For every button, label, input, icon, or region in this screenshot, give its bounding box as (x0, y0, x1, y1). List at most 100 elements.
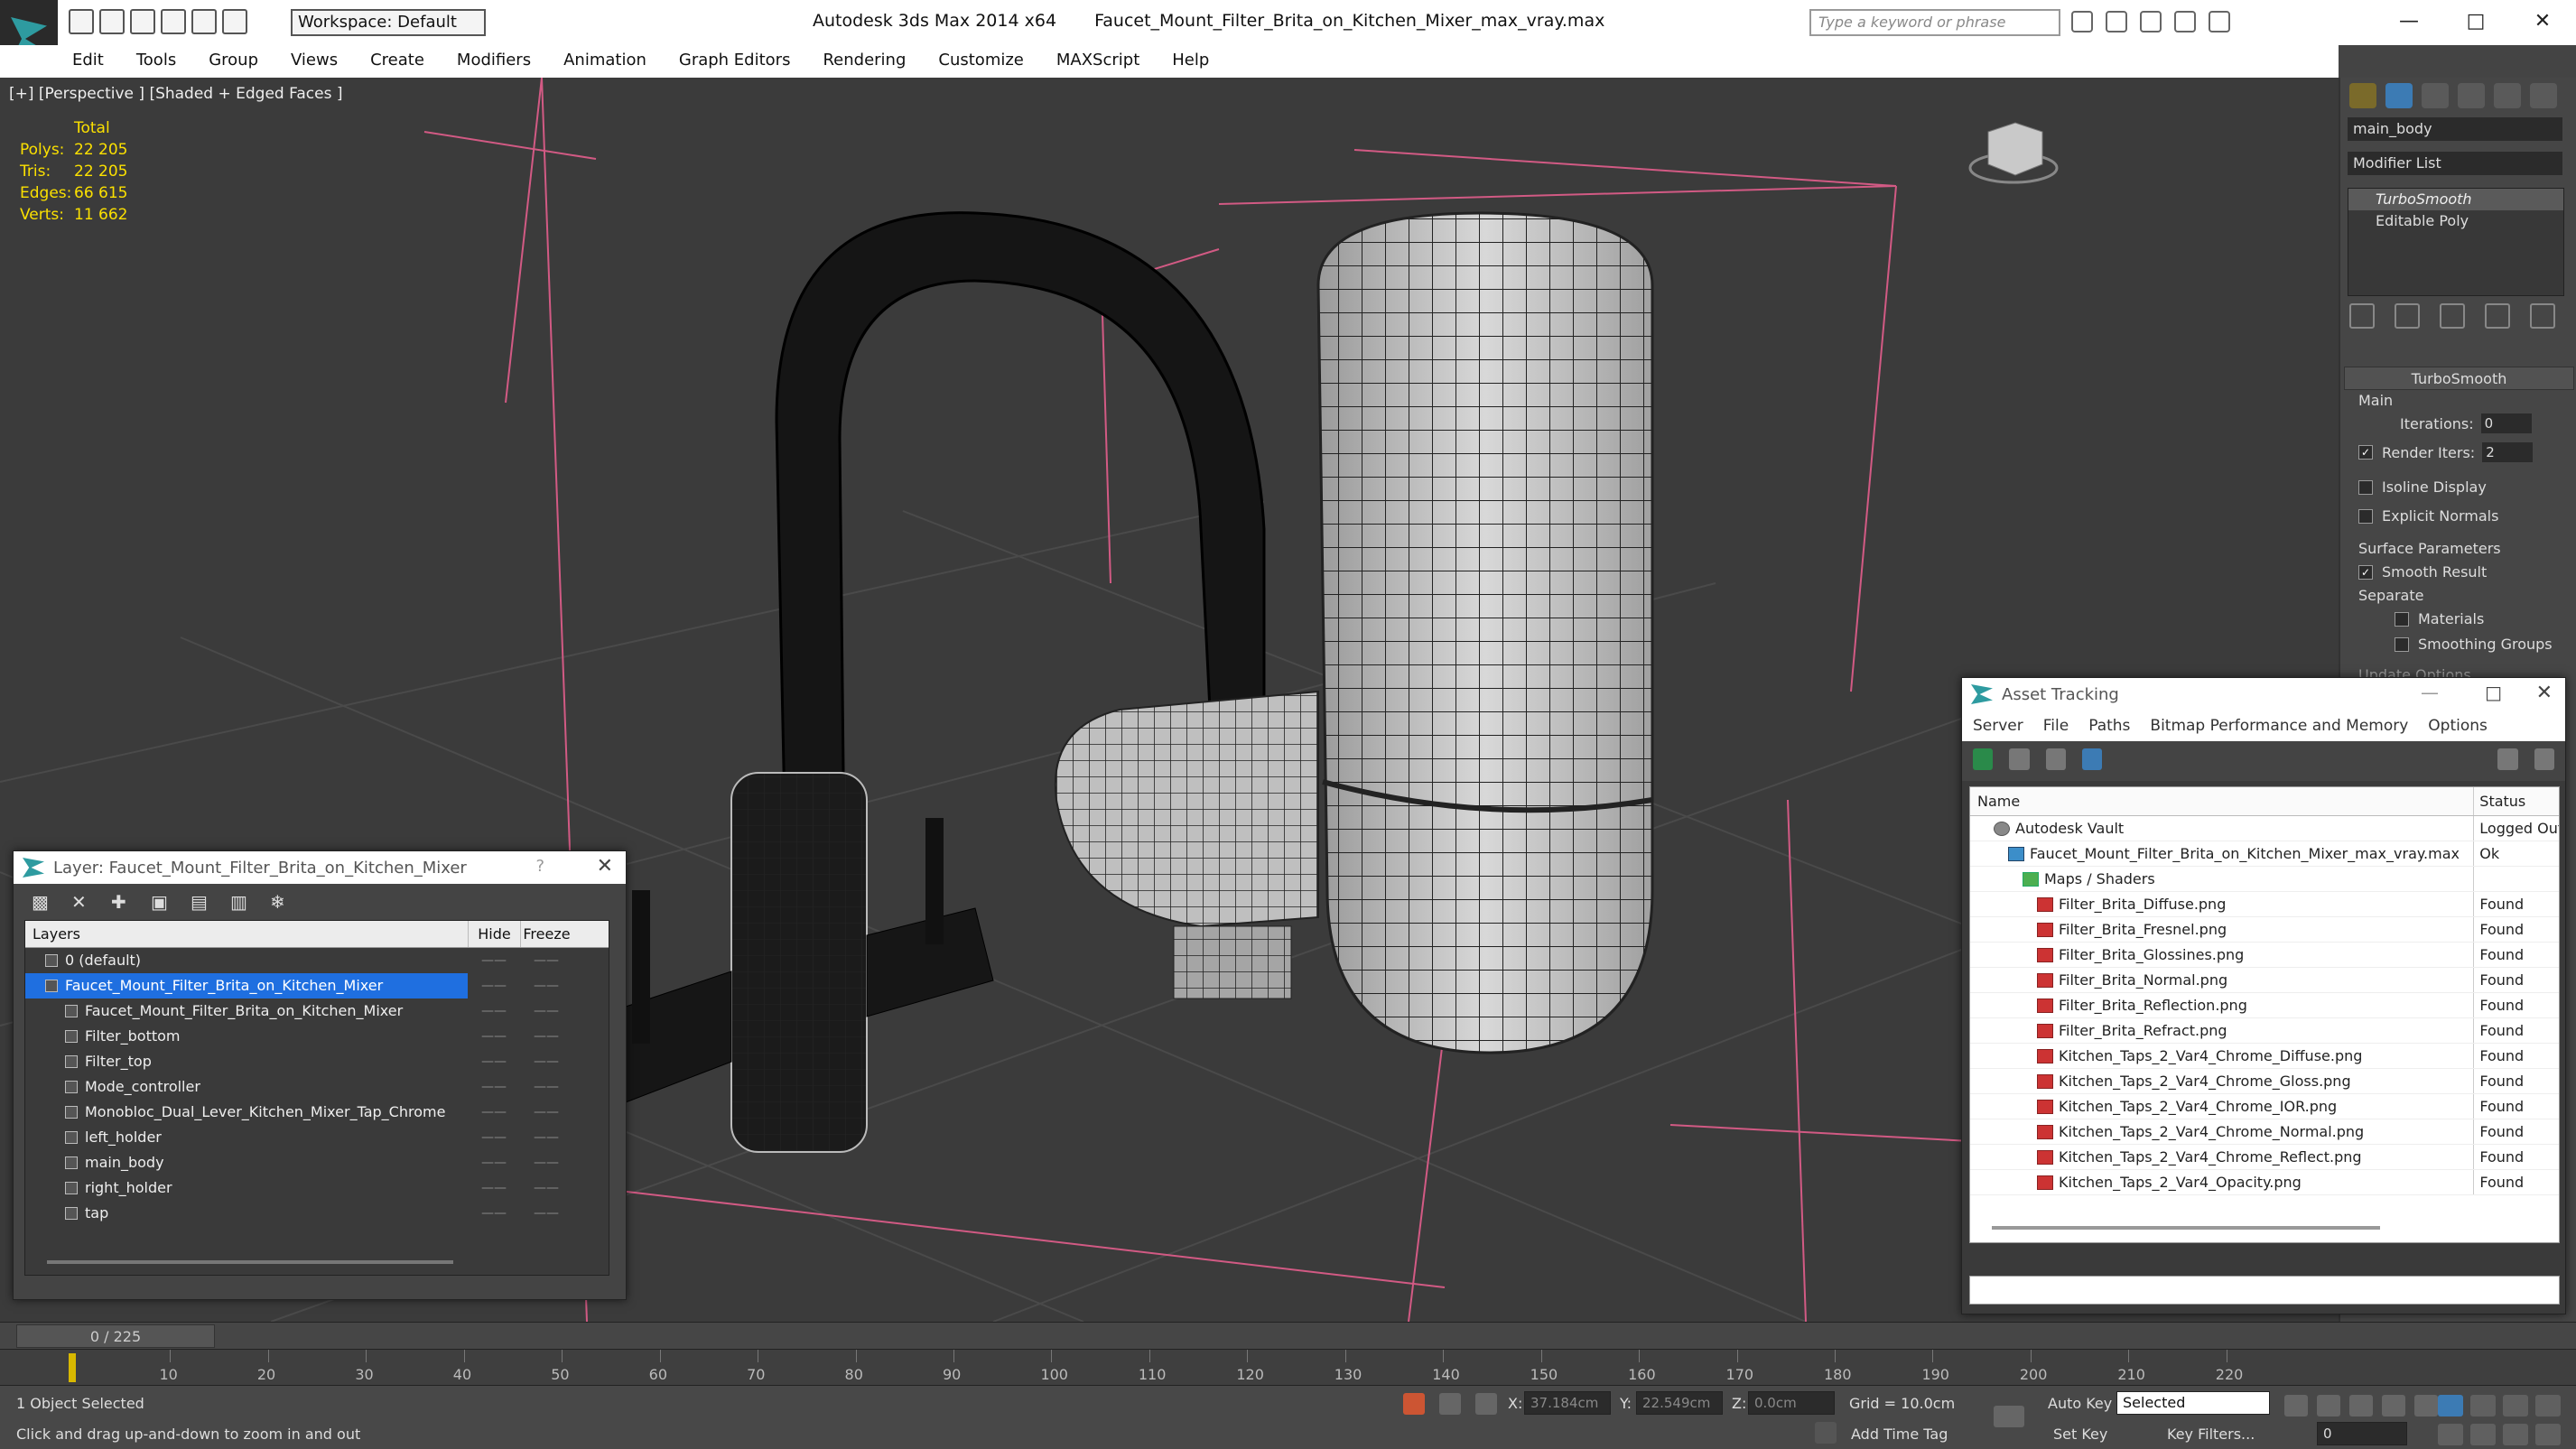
create-tab-icon[interactable] (2349, 83, 2376, 108)
key-icon[interactable] (1994, 1406, 2024, 1427)
asset-row[interactable]: Filter_Brita_Fresnel.png Found (1970, 917, 2559, 943)
workspace-dropdown[interactable]: Workspace: Default (291, 9, 486, 36)
goto-end-icon[interactable] (2414, 1395, 2438, 1416)
layer-row[interactable]: Faucet_Mount_Filter_Brita_on_Kitchen_Mix… (25, 973, 609, 999)
zoom-extents-icon[interactable] (2503, 1395, 2528, 1416)
zoom-icon[interactable] (2438, 1395, 2463, 1416)
explicit-normals-checkbox[interactable] (2358, 508, 2373, 524)
settings-icon[interactable] (2534, 748, 2554, 770)
minimize-icon[interactable]: — (2421, 682, 2439, 703)
frame-indicator[interactable]: 0 / 225 (16, 1324, 215, 1348)
search-input[interactable]: Type a keyword or phrase (1809, 9, 2060, 36)
at-menu-paths[interactable]: Paths (2088, 717, 2130, 735)
smooth-result-checkbox[interactable]: ✓ (2358, 564, 2373, 580)
freeze-toggle[interactable]: —— (520, 948, 572, 973)
layer-name-cell[interactable]: main_body (25, 1150, 468, 1175)
layer-name-cell[interactable]: Filter_bottom (25, 1024, 468, 1049)
col-name[interactable]: Name (1970, 787, 2475, 815)
help-icon[interactable] (2497, 748, 2518, 770)
key-mode-dropdown[interactable]: Selected (2116, 1391, 2270, 1415)
asset-row[interactable]: Kitchen_Taps_2_Var4_Opacity.png Found (1970, 1170, 2559, 1195)
asset-row[interactable]: Kitchen_Taps_2_Var4_Chrome_IOR.png Found (1970, 1094, 2559, 1119)
freeze-toggle[interactable]: —— (520, 1074, 572, 1100)
layer-row[interactable]: left_holder —— —— (25, 1125, 609, 1150)
asset-name-cell[interactable]: Kitchen_Taps_2_Var4_Opacity.png (1970, 1170, 2475, 1194)
key-filters-button[interactable]: Key Filters... (2167, 1426, 2255, 1443)
utilities-tab-icon[interactable] (2530, 83, 2557, 108)
asset-name-cell[interactable]: Filter_Brita_Refract.png (1970, 1018, 2475, 1043)
add-to-layer-icon[interactable]: ✚ (111, 891, 131, 913)
object-name-field[interactable]: main_body (2348, 117, 2562, 141)
layer-name-cell[interactable]: 0 (default) (25, 948, 468, 973)
lock-icon[interactable] (1439, 1393, 1461, 1415)
time-tag-icon[interactable] (1815, 1422, 1837, 1444)
layer-name-cell[interactable]: tap (25, 1201, 468, 1226)
asset-name-cell[interactable]: Kitchen_Taps_2_Var4_Chrome_Normal.png (1970, 1119, 2475, 1144)
set-key-button[interactable]: Set Key (2053, 1426, 2107, 1443)
iterations-spinner[interactable]: 0 (2480, 413, 2532, 433)
freeze-all-layers-icon[interactable]: ❄ (270, 891, 290, 913)
asset-row[interactable]: Kitchen_Taps_2_Var4_Chrome_Gloss.png Foun… (1970, 1069, 2559, 1094)
auto-key-button[interactable]: Auto Key (2048, 1395, 2112, 1412)
viewcube-icon[interactable] (1968, 122, 2059, 184)
menu-maxscript[interactable]: MAXScript (1056, 51, 1139, 70)
hide-toggle[interactable]: —— (468, 1125, 520, 1150)
zoom-all-icon[interactable] (2470, 1395, 2496, 1416)
motion-tab-icon[interactable] (2458, 83, 2485, 108)
asset-row[interactable]: Maps / Shaders (1970, 867, 2559, 892)
make-unique-icon[interactable] (2440, 303, 2465, 329)
binoculars-icon[interactable] (2071, 11, 2093, 33)
asset-row[interactable]: Filter_Brita_Reflection.png Found (1970, 993, 2559, 1018)
freeze-toggle[interactable]: —— (520, 1125, 572, 1150)
pan-icon[interactable] (2470, 1424, 2496, 1445)
layer-name-cell[interactable]: right_holder (25, 1175, 468, 1201)
layer-row[interactable]: Filter_top —— —— (25, 1049, 609, 1074)
new-file-icon[interactable] (69, 9, 94, 34)
hide-toggle[interactable]: —— (468, 1175, 520, 1201)
stack-item-turbosmooth[interactable]: TurboSmooth (2348, 189, 2563, 210)
hide-toggle[interactable]: —— (468, 1024, 520, 1049)
add-time-tag-button[interactable]: Add Time Tag (1851, 1426, 1948, 1443)
maximize-viewport-icon[interactable] (2535, 1424, 2561, 1445)
details-view-icon[interactable] (2045, 748, 2066, 770)
project-folder-icon[interactable] (222, 9, 247, 34)
layer-name-cell[interactable]: Faucet_Mount_Filter_Brita_on_Kitchen_Mix… (25, 973, 468, 999)
display-tab-icon[interactable] (2494, 83, 2521, 108)
table-view-icon[interactable] (2081, 748, 2103, 770)
freeze-toggle[interactable]: —— (520, 999, 572, 1024)
freeze-toggle[interactable]: —— (520, 1201, 572, 1226)
asset-name-cell[interactable]: Autodesk Vault (1970, 816, 2475, 841)
hide-all-layers-icon[interactable]: ▥ (230, 891, 250, 913)
hide-toggle[interactable]: —— (468, 1201, 520, 1226)
hide-toggle[interactable]: —— (468, 1049, 520, 1074)
maximize-icon[interactable]: □ (2442, 0, 2509, 42)
at-menu-file[interactable]: File (2043, 717, 2069, 735)
hide-toggle[interactable]: —— (468, 1150, 520, 1175)
layer-scrollbar[interactable] (47, 1260, 453, 1264)
freeze-toggle[interactable]: —— (520, 973, 572, 999)
timeline-ruler[interactable]: 10 20 30 40 50 60 70 80 90 100 110 120 130 140 150 160 1… (0, 1349, 2576, 1385)
asset-row[interactable]: Kitchen_Taps_2_Var4_Chrome_Diffuse.png Fo… (1970, 1044, 2559, 1069)
col-layers[interactable]: Layers (25, 921, 468, 947)
asset-name-cell[interactable]: Kitchen_Taps_2_Var4_Chrome_Reflect.png (1970, 1145, 2475, 1169)
redo-icon[interactable] (191, 9, 217, 34)
refresh-icon[interactable] (1973, 748, 1994, 770)
menu-rendering[interactable]: Rendering (823, 51, 906, 70)
hierarchy-tab-icon[interactable] (2422, 83, 2449, 108)
layer-name-cell[interactable]: Faucet_Mount_Filter_Brita_on_Kitchen_Mix… (25, 999, 468, 1024)
render-iters-spinner[interactable]: 2 (2482, 442, 2534, 462)
asset-name-cell[interactable]: Filter_Brita_Fresnel.png (1970, 917, 2475, 942)
modify-tab-icon[interactable] (2385, 83, 2413, 108)
subscription-icon[interactable] (2106, 11, 2127, 33)
asset-row[interactable]: Filter_Brita_Refract.png Found (1970, 1018, 2559, 1044)
field-of-view-icon[interactable] (2438, 1424, 2463, 1445)
isolate-icon[interactable] (1403, 1393, 1425, 1415)
layer-row[interactable]: Filter_bottom —— —— (25, 1024, 609, 1049)
close-icon[interactable]: ✕ (2509, 0, 2576, 42)
hide-toggle[interactable]: —— (468, 948, 520, 973)
menu-graph-editors[interactable]: Graph Editors (679, 51, 791, 70)
asset-name-cell[interactable]: Filter_Brita_Normal.png (1970, 968, 2475, 992)
asset-name-cell[interactable]: Filter_Brita_Glossines.png (1970, 943, 2475, 967)
at-menu-options[interactable]: Options (2428, 717, 2488, 735)
asset-name-cell[interactable]: Filter_Brita_Diffuse.png (1970, 892, 2475, 916)
